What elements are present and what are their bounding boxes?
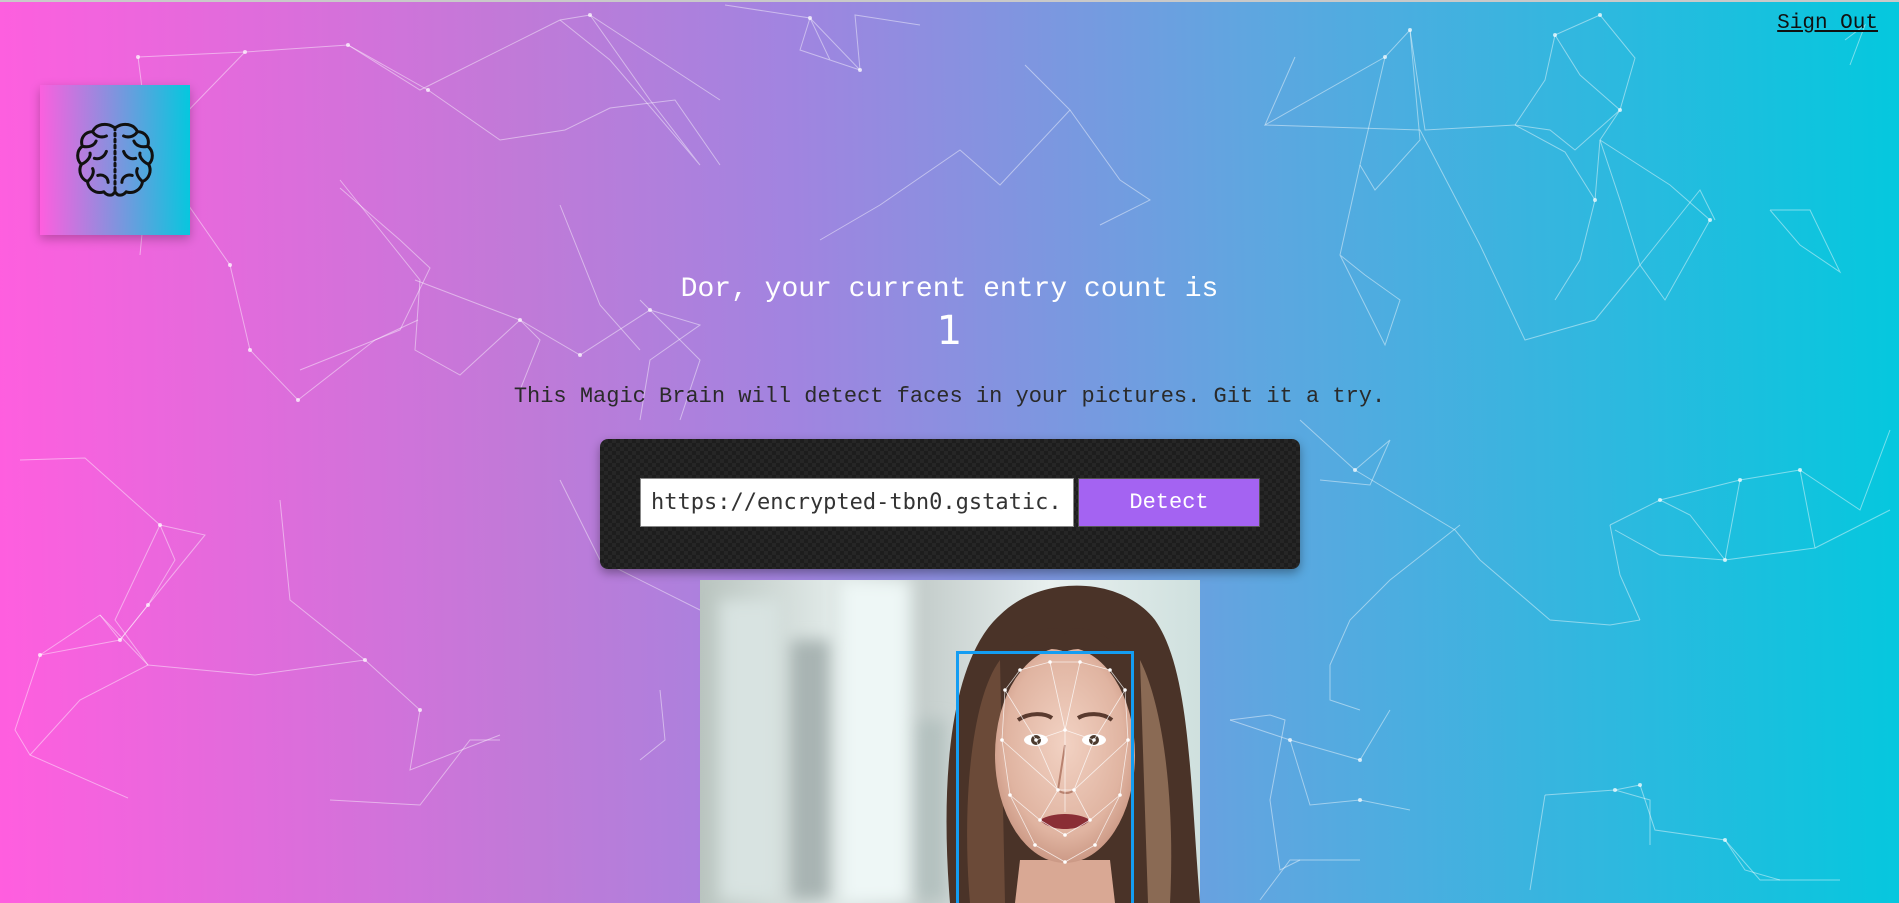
image-url-input[interactable] [640, 478, 1074, 527]
face-bounding-box [956, 651, 1134, 903]
face-photo [700, 580, 1200, 903]
top-border [0, 0, 1899, 2]
entry-count-message: Dor, your current entry count is [680, 274, 1219, 305]
logo [40, 85, 190, 235]
detect-button[interactable]: Detect [1078, 478, 1260, 527]
entry-count-value: 1 [936, 308, 963, 354]
image-link-form: Detect [600, 439, 1300, 569]
sign-out-link[interactable]: Sign Out [1777, 12, 1878, 35]
tagline: This Magic Brain will detect faces in yo… [513, 384, 1386, 409]
brain-icon [76, 122, 154, 197]
